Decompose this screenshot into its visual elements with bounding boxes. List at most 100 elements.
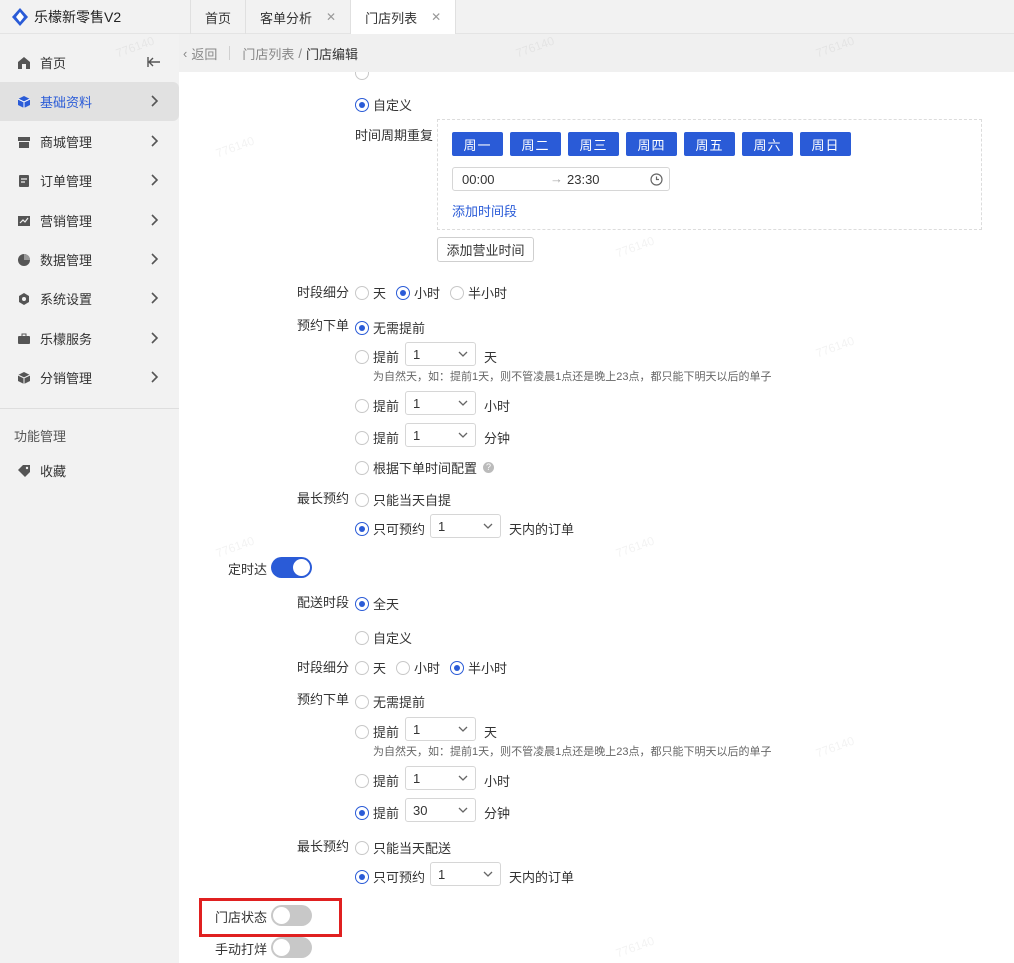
chevron-right-icon: [151, 292, 159, 304]
delivery-granularity-halfhour-radio[interactable]: 半小时: [450, 658, 507, 677]
back-button[interactable]: ‹ 返回: [183, 44, 217, 63]
pie-chart-icon: [17, 253, 31, 267]
breadcrumb-divider: [229, 46, 231, 60]
manual-close-label: 手动打烊: [215, 942, 268, 957]
delivery-granularity-day-radio[interactable]: 天: [355, 658, 386, 677]
max-days-select[interactable]: 1: [430, 514, 501, 538]
preorder-hour-radio[interactable]: 提前: [355, 396, 399, 415]
day-button-wed[interactable]: 周三: [568, 132, 619, 156]
preorder-day-select[interactable]: 1: [405, 342, 476, 366]
day-button-thu[interactable]: 周四: [626, 132, 677, 156]
delivery-allday-radio[interactable]: 全天: [355, 594, 399, 613]
delivery-max-days-select[interactable]: 1: [430, 862, 501, 886]
delivery-period-label: 配送时段: [297, 595, 350, 610]
sidebar-item-data[interactable]: 数据管理: [0, 240, 179, 279]
delivery-preorder-label: 预约下单: [297, 692, 350, 707]
briefcase-icon: [17, 332, 31, 346]
preorder-none-radio[interactable]: 无需提前: [355, 318, 425, 337]
chevron-down-icon: [458, 726, 468, 732]
sidebar-item-marketing[interactable]: 营销管理: [0, 201, 179, 240]
preorder-day-radio[interactable]: 提前: [355, 347, 399, 366]
sidebar-item-settings[interactable]: 系统设置: [0, 279, 179, 318]
sidebar-item-mall[interactable]: 商城管理: [0, 122, 179, 161]
sidebar-item-orders[interactable]: 订单管理: [0, 161, 179, 200]
granularity-hour-radio[interactable]: 小时: [396, 283, 440, 302]
day-button-tue[interactable]: 周二: [510, 132, 561, 156]
preorder-minute-radio[interactable]: 提前: [355, 428, 399, 447]
pickup-allday-radio[interactable]: [355, 72, 369, 80]
sidebar-item-basic-data[interactable]: 基础资料: [0, 82, 179, 121]
day-button-sun[interactable]: 周日: [800, 132, 851, 156]
tag-icon: [17, 464, 31, 478]
arrow-right-icon: →: [550, 171, 563, 186]
chevron-right-icon: [151, 174, 159, 186]
delivery-max-suffix: 天内的订单: [509, 870, 575, 885]
max-only-radio[interactable]: 只可预约: [355, 519, 425, 538]
sidebar-item-distribution[interactable]: 分销管理: [0, 358, 179, 397]
breadcrumb-current: 门店编辑: [306, 46, 359, 62]
preorder-label: 预约下单: [297, 318, 350, 333]
delivery-preorder-hour-select[interactable]: 1: [405, 766, 476, 790]
help-icon[interactable]: ?: [483, 462, 495, 473]
tab-store-list[interactable]: 门店列表 ✕: [350, 0, 457, 34]
tab-customer-analysis[interactable]: 客单分析 ✕: [245, 0, 350, 34]
time-range-picker[interactable]: 00:00 → 23:30: [452, 167, 670, 191]
delivery-preorder-minute-radio[interactable]: 提前: [355, 803, 399, 822]
preorder-minute-select[interactable]: 1: [405, 423, 476, 447]
sidebar-item-home[interactable]: 首页: [0, 43, 179, 82]
delivery-preorder-day-select[interactable]: 1: [405, 717, 476, 741]
preorder-hour-select[interactable]: 1: [405, 391, 476, 415]
close-icon[interactable]: ✕: [326, 10, 336, 24]
delivery-max-today-radio[interactable]: 只能当天配送: [355, 838, 451, 857]
unit-minute: 分钟: [484, 431, 511, 446]
home-icon: [17, 56, 31, 70]
delivery-preorder-hour-radio[interactable]: 提前: [355, 771, 399, 790]
store-status-switch[interactable]: [271, 905, 312, 926]
chevron-right-icon: [151, 332, 159, 344]
chevron-right-icon: [151, 95, 159, 107]
unit-day: 天: [484, 350, 498, 365]
max-preorder-label: 最长预约: [297, 491, 350, 506]
collapse-icon[interactable]: [147, 55, 161, 69]
tab-bar: 首页 客单分析 ✕ 门店列表 ✕: [190, 0, 457, 34]
delivery-preorder-day-radio[interactable]: 提前: [355, 722, 399, 741]
chevron-right-icon: [151, 371, 159, 383]
breadcrumb-store-list[interactable]: 门店列表: [242, 44, 294, 63]
logo-icon: [12, 8, 28, 26]
add-time-slot-link[interactable]: 添加时间段: [452, 201, 517, 220]
sidebar: 首页 基础资料 商城管理 订单管理 营销管理 数据管理 系统设置 乐檬服务 分销: [0, 34, 179, 963]
add-business-hours-button[interactable]: 添加营业时间: [437, 237, 534, 262]
top-bar: 乐檬新零售V2 首页 客单分析 ✕ 门店列表 ✕: [0, 0, 1014, 34]
delivery-custom-radio[interactable]: 自定义: [355, 628, 412, 647]
granularity-halfhour-radio[interactable]: 半小时: [450, 283, 507, 302]
chevron-down-icon: [458, 432, 468, 438]
tab-home[interactable]: 首页: [190, 0, 245, 34]
chevron-down-icon: [458, 775, 468, 781]
preorder-by-order-time-radio[interactable]: 根据下单时间配置?: [355, 458, 495, 477]
delivery-max-label: 最长预约: [297, 839, 350, 854]
sidebar-item-favorites[interactable]: 收藏: [0, 451, 179, 490]
chevron-down-icon: [483, 523, 493, 529]
scheduled-delivery-label: 定时达: [228, 562, 268, 577]
day-button-mon[interactable]: 周一: [452, 132, 503, 156]
granularity-label: 时段细分: [297, 285, 350, 300]
delivery-granularity-hour-radio[interactable]: 小时: [396, 658, 440, 677]
store-icon: [17, 135, 31, 149]
delivery-preorder-none-radio[interactable]: 无需提前: [355, 692, 425, 711]
delivery-max-only-radio[interactable]: 只可预约: [355, 867, 425, 886]
max-today-radio[interactable]: 只能当天自提: [355, 490, 451, 509]
scheduled-delivery-switch[interactable]: [271, 557, 312, 578]
close-icon[interactable]: ✕: [431, 10, 441, 24]
box-icon: [17, 371, 31, 385]
delivery-unit-day: 天: [484, 725, 498, 740]
pickup-custom-radio[interactable]: 自定义: [355, 95, 412, 114]
app-logo[interactable]: 乐檬新零售V2: [12, 6, 121, 28]
granularity-day-radio[interactable]: 天: [355, 283, 386, 302]
sidebar-item-services[interactable]: 乐檬服务: [0, 319, 179, 358]
sidebar-divider: [0, 408, 179, 409]
chevron-down-icon: [458, 807, 468, 813]
manual-close-switch[interactable]: [271, 937, 312, 958]
day-button-fri[interactable]: 周五: [684, 132, 735, 156]
delivery-preorder-minute-select[interactable]: 30: [405, 798, 476, 822]
day-button-sat[interactable]: 周六: [742, 132, 793, 156]
